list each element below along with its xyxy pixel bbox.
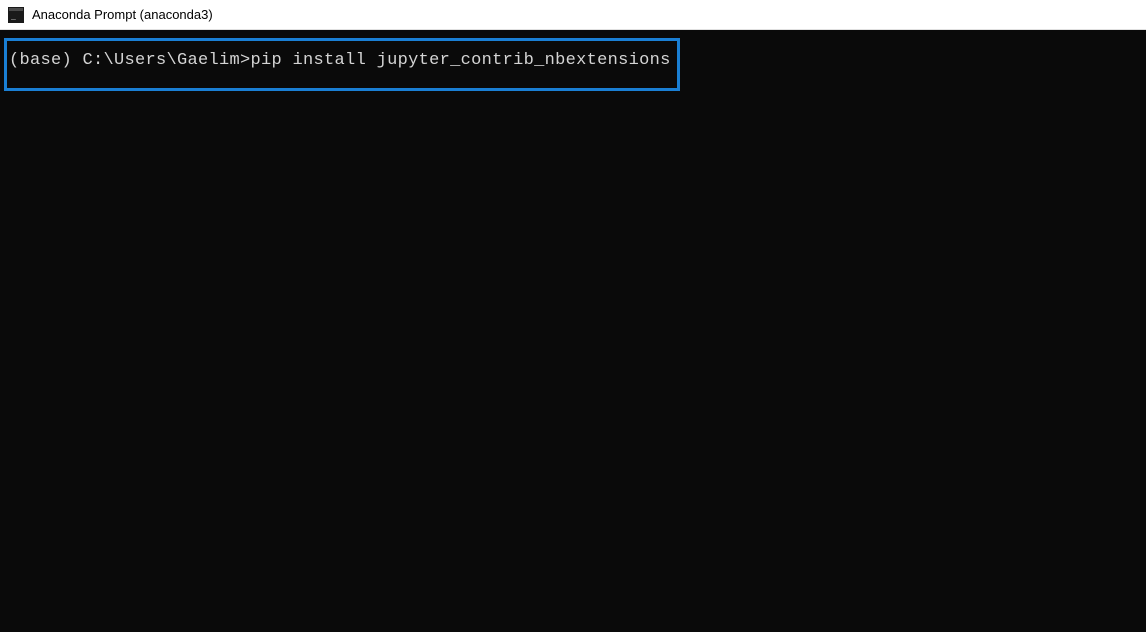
terminal-area[interactable]: (base) C:\Users\Gaelim>pip install jupyt… <box>0 30 1146 632</box>
terminal-command-line: (base) C:\Users\Gaelim>pip install jupyt… <box>9 51 671 70</box>
window-title: Anaconda Prompt (anaconda3) <box>32 7 213 22</box>
window-title-bar: _ Anaconda Prompt (anaconda3) <box>0 0 1146 30</box>
cmd-icon: _ <box>8 7 24 23</box>
svg-text:_: _ <box>11 11 16 20</box>
command-text: pip install jupyter_contrib_nbextensions <box>251 51 671 70</box>
prompt-text: (base) C:\Users\Gaelim> <box>9 51 251 70</box>
highlight-annotation: (base) C:\Users\Gaelim>pip install jupyt… <box>4 38 680 91</box>
